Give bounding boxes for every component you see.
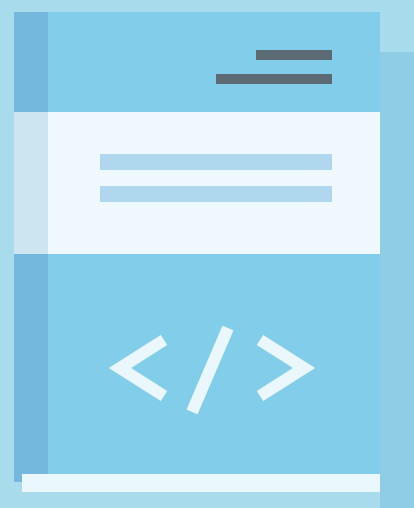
cover-label [48,112,380,254]
code-symbol-icon [108,325,316,415]
label-line-bottom [100,186,332,202]
spine-band [14,112,48,254]
book-shadow [380,52,414,508]
dark-line-short [256,50,332,60]
dark-line-long [216,74,332,84]
page-edge [22,474,380,492]
label-line-top [100,154,332,170]
